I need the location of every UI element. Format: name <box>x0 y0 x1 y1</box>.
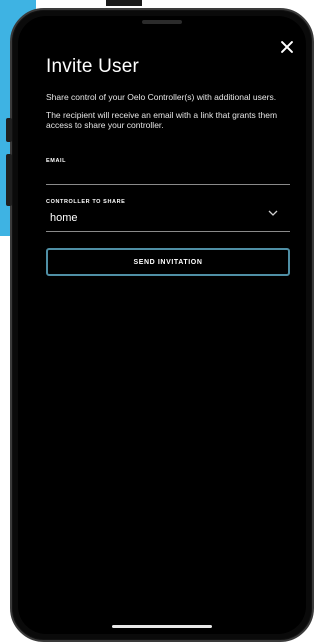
phone-frame: Invite User Share control of your Oelo C… <box>6 8 314 642</box>
modal-description-note: The recipient will receive an email with… <box>46 110 278 130</box>
phone-side-button <box>6 154 12 206</box>
chevron-down-icon <box>268 210 278 216</box>
email-field-group: EMAIL <box>46 158 290 185</box>
controller-field-group: CONTROLLER TO SHARE home <box>46 199 290 232</box>
speaker-notch <box>142 20 182 24</box>
background-app-bar <box>106 0 142 6</box>
email-underline <box>46 184 290 185</box>
invite-user-modal: Invite User Share control of your Oelo C… <box>18 16 306 634</box>
email-field[interactable] <box>46 164 290 184</box>
modal-description: Share control of your Oelo Controller(s)… <box>46 92 277 102</box>
phone-side-button <box>6 118 12 142</box>
modal-title: Invite User <box>46 56 140 77</box>
modal-content: Invite User Share control of your Oelo C… <box>46 56 290 276</box>
controller-select-value: home <box>50 212 78 224</box>
close-icon[interactable] <box>278 38 296 56</box>
home-indicator[interactable] <box>112 625 212 628</box>
controller-underline <box>46 231 290 232</box>
app-stage: Invite User Share control of your Oelo C… <box>0 0 316 644</box>
send-invitation-button[interactable]: SEND INVITATION <box>46 248 290 276</box>
controller-select[interactable]: home <box>46 205 290 231</box>
